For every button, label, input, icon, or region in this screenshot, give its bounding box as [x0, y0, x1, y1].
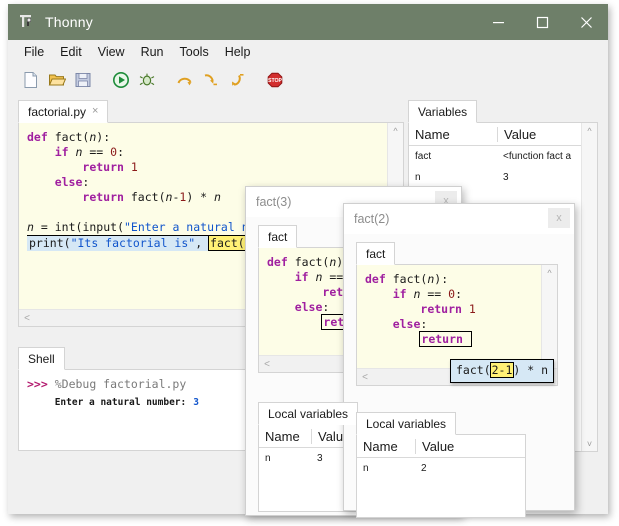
step-into-icon[interactable]	[200, 69, 222, 91]
dialog-fact2-locals-tabstrip: Local variables	[356, 412, 526, 435]
expression-highlighted-subexpression: 2-1	[489, 362, 515, 378]
dialog-fact3-title: fact(3)	[256, 195, 292, 209]
title-bar: Thonny	[8, 4, 608, 40]
menu-item-tools[interactable]: Tools	[172, 42, 217, 62]
table-row[interactable]: n 2	[357, 458, 525, 479]
menu-item-edit[interactable]: Edit	[52, 42, 90, 62]
debug-icon[interactable]	[136, 69, 158, 91]
local-variable-value: 2	[421, 463, 427, 474]
expression-evaluation-bubble: fact(2-1) * n	[450, 359, 555, 383]
code-line: return fact(n-1) * n	[82, 190, 221, 204]
tab-shell[interactable]: Shell	[18, 347, 65, 370]
variables-table-header: Name Value	[409, 123, 597, 146]
scroll-up-icon[interactable]: ^	[388, 123, 403, 138]
code-line: def fact(n):	[365, 272, 449, 286]
close-icon[interactable]	[564, 4, 608, 40]
toolbar: STOP	[8, 64, 608, 96]
window-title: Thonny	[45, 14, 93, 30]
tab-fact[interactable]: fact	[258, 225, 298, 248]
variables-vertical-scrollbar[interactable]: ^ ˅	[581, 123, 597, 451]
maximize-icon[interactable]	[520, 4, 564, 40]
shell-command: %Debug factorial.py	[54, 377, 187, 391]
editor-tabstrip: factorial.py ×	[18, 100, 404, 123]
shell-content: >>> %Debug factorial.py Enter a natural …	[27, 376, 199, 411]
shell-tabstrip: Shell	[18, 347, 404, 370]
code-line: def fact(n):	[27, 130, 111, 144]
menu-item-file[interactable]: File	[16, 42, 52, 62]
open-file-icon[interactable]	[46, 69, 68, 91]
tab-fact[interactable]: fact	[356, 242, 396, 265]
editor-tab-label: factorial.py	[28, 104, 87, 119]
scroll-left-icon[interactable]: ˂	[19, 313, 35, 324]
local-variable-name: n	[265, 453, 271, 464]
dialog-fact2-tabstrip: fact	[356, 242, 558, 265]
variable-name: n	[415, 172, 421, 183]
dialog-fact2-source: def fact(n): if n == 0: return 1 else: r…	[365, 272, 476, 347]
run-icon[interactable]	[110, 69, 132, 91]
menu-item-help[interactable]: Help	[217, 42, 259, 62]
close-icon[interactable]: x	[548, 208, 570, 228]
code-line: if n == 0:	[54, 145, 125, 159]
thonny-logo-icon	[18, 13, 36, 31]
close-icon[interactable]: ×	[92, 106, 98, 117]
scroll-up-icon[interactable]: ^	[542, 265, 557, 280]
variable-value: <function fact a	[503, 151, 572, 162]
menu-item-view[interactable]: View	[90, 42, 133, 62]
dialog-fact2-locals-panel: Local variables Name Value n 2	[356, 412, 526, 518]
code-line-highlighted: print("Its factorial is", fact(3))	[27, 235, 269, 251]
tab-local-variables[interactable]: Local variables	[356, 412, 457, 435]
minimize-icon[interactable]	[476, 4, 520, 40]
expression-prefix: fact(	[456, 363, 491, 377]
dialog-fact2-title: fact(2)	[354, 212, 390, 226]
code-line: def fact(n):	[267, 255, 350, 269]
shell-output-label: Enter a natural number:	[54, 397, 187, 408]
variables-tabstrip: Variables	[408, 100, 598, 123]
code-line: return 1	[82, 160, 138, 174]
dialog-fact2-code-tab-label: fact	[366, 246, 386, 261]
step-over-icon[interactable]	[174, 69, 196, 91]
step-out-icon[interactable]	[226, 69, 248, 91]
column-header-name: Name	[265, 428, 300, 444]
tab-factorial-py[interactable]: factorial.py ×	[18, 100, 109, 123]
code-line: else:	[392, 317, 428, 331]
table-row[interactable]: fact <function fact a	[409, 146, 597, 167]
variable-value: 3	[503, 172, 509, 183]
dialog-fact2-locals-table[interactable]: Name Value n 2	[356, 434, 526, 518]
scroll-left-icon[interactable]: ˂	[357, 372, 373, 383]
shell-tab-label: Shell	[28, 351, 55, 366]
dialog-fact3-code-tab-label: fact	[268, 229, 288, 244]
save-file-icon[interactable]	[72, 69, 94, 91]
tab-variables[interactable]: Variables	[408, 100, 478, 123]
column-header-value: Value	[497, 126, 583, 142]
window-controls	[476, 4, 608, 40]
expression-suffix: ) * n	[513, 363, 549, 377]
tab-local-variables[interactable]: Local variables	[258, 402, 359, 425]
column-header-name: Name	[363, 438, 398, 454]
variables-tab-label: Variables	[418, 104, 468, 119]
menu-item-run[interactable]: Run	[133, 42, 172, 62]
dialog-fact3-locals-tab-label: Local variables	[268, 406, 349, 421]
dialog-fact2-locals-tab-label: Local variables	[366, 416, 447, 431]
menu-bar: File Edit View Run Tools Help	[8, 40, 608, 64]
table-row[interactable]: n 3	[409, 167, 597, 188]
shell-prompt: >>>	[27, 377, 48, 391]
code-line: return	[365, 331, 472, 347]
new-file-icon[interactable]	[20, 69, 42, 91]
column-header-value: Value	[415, 438, 495, 454]
svg-text:STOP: STOP	[268, 78, 283, 84]
code-line: return 1	[420, 302, 476, 316]
local-variable-name: n	[363, 463, 369, 474]
shell-input-value: 3	[193, 397, 199, 408]
stop-icon[interactable]: STOP	[264, 69, 286, 91]
variable-name: fact	[415, 151, 432, 162]
code-line: if n == 0:	[392, 287, 463, 301]
code-line: else:	[294, 300, 330, 314]
scroll-up-icon[interactable]: ^	[582, 123, 597, 138]
scroll-down-icon[interactable]: ˅	[582, 436, 597, 451]
code-line: else:	[54, 175, 90, 189]
column-header-name: Name	[415, 126, 450, 142]
locals-table-header: Name Value	[357, 435, 525, 458]
